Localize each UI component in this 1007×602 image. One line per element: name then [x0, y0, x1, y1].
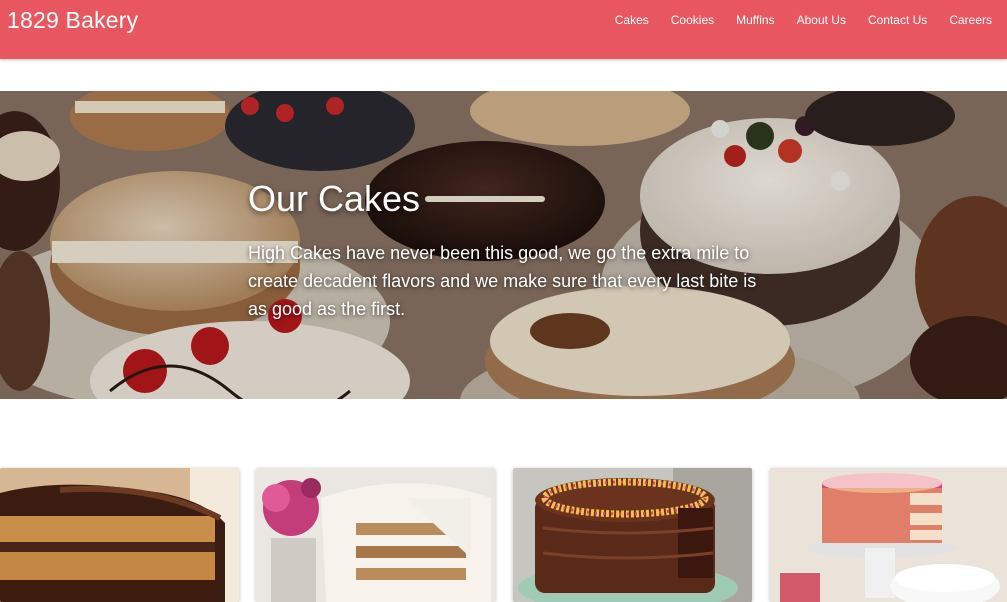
nav-link-muffins[interactable]: Muffins [736, 13, 774, 27]
hero-description: High Cakes have never been this good, we… [248, 243, 757, 319]
nav-link-cakes[interactable]: Cakes [615, 13, 649, 27]
brand-logo-link[interactable]: 1829 Bakery [7, 7, 138, 34]
card-rainbow-sprinkle-cake[interactable] [770, 468, 1007, 602]
nav-link-about-us[interactable]: About Us [797, 13, 846, 27]
product-cards [0, 468, 1007, 602]
hero-title: Our Cakes [248, 178, 421, 219]
nav-link-cookies[interactable]: Cookies [671, 13, 714, 27]
chocolate-layer-cake-image [0, 468, 239, 602]
carrot-cake-image [256, 468, 495, 602]
nav-link-careers[interactable]: Careers [949, 13, 992, 27]
card-carrot-cake[interactable] [256, 468, 495, 602]
nav-links: Cakes Cookies Muffins About Us Contact U… [593, 13, 992, 27]
navbar: 1829 Bakery Cakes Cookies Muffins About … [0, 0, 1007, 59]
nav-link-contact-us[interactable]: Contact Us [868, 13, 927, 27]
rainbow-sprinkle-cake-image [770, 468, 1007, 602]
hero-banner: Our Cakes High Cakes have never been thi… [0, 91, 1007, 399]
chocolate-sprinkle-cake-image [513, 468, 752, 602]
card-chocolate-sprinkle-cake[interactable] [513, 468, 752, 602]
card-chocolate-layer-cake[interactable] [0, 468, 239, 602]
